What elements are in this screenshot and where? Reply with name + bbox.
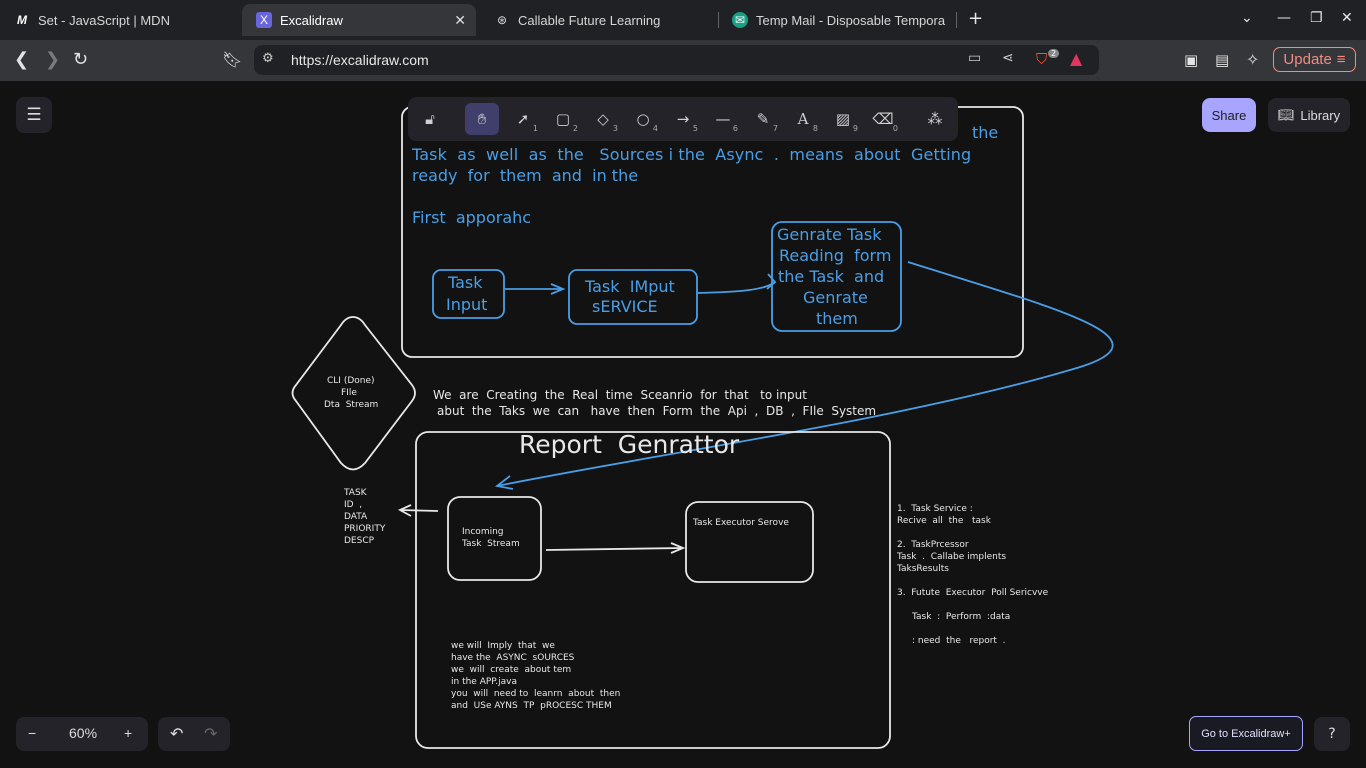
hand-icon: ✋︎ xyxy=(477,110,487,128)
side-note-line[interactable]: Recive all the task xyxy=(897,516,991,526)
side-note-line[interactable]: TaksResults xyxy=(897,564,949,574)
shapes-icon: ⁂ xyxy=(927,110,943,128)
diamond-line-3: Dta Stream xyxy=(324,400,379,410)
task-field-id: ID , xyxy=(344,500,363,510)
pencil-icon: ✎ xyxy=(756,110,770,128)
task-service-line-1: Task IMput xyxy=(585,277,675,296)
library-label: Library xyxy=(1300,107,1341,123)
image-tool-button[interactable]: ▨ 9 xyxy=(826,103,860,135)
side-note-line[interactable]: 3. Futute Executor Poll Sericvve xyxy=(897,588,1048,598)
help-button[interactable]: ? xyxy=(1314,717,1350,751)
arrow-to-task-fields[interactable] xyxy=(399,509,439,512)
report-title[interactable]: Report Genrattor xyxy=(519,430,739,459)
main-menu-button[interactable]: ☰ xyxy=(16,97,52,133)
history-controls: ↶ ↷ xyxy=(158,717,230,751)
task-field-task: TASK xyxy=(344,488,367,498)
top-text-line-2[interactable]: ready for them and in the xyxy=(412,166,638,185)
diamond-icon: ◇ xyxy=(597,110,609,128)
notes-line[interactable]: and USe AYNS TP pROCESC THEM xyxy=(451,701,612,711)
realtime-line-1[interactable]: We are Creating the Real time Sceanrio f… xyxy=(433,388,807,402)
top-text-line-1[interactable]: Task as well as the Sources i the Async … xyxy=(412,145,971,164)
hamburger-icon: ☰ xyxy=(26,105,42,125)
text-icon: A xyxy=(797,110,809,128)
diamond-line-2: FIle xyxy=(341,388,357,398)
eraser-tool-button[interactable]: ⌫ 0 xyxy=(866,103,900,135)
notes-line[interactable]: you will need to leanrn about then xyxy=(451,689,620,699)
notes-line[interactable]: in the APP.java xyxy=(451,677,517,687)
line-icon: — xyxy=(715,110,731,128)
realtime-line-2[interactable]: abut the Taks we can have then Form the … xyxy=(437,404,876,418)
arrowhead xyxy=(766,273,777,290)
hand-tool-button[interactable]: ✋︎ xyxy=(465,103,499,135)
task-input-line-1: Task xyxy=(448,273,483,292)
task-field-data: DATA xyxy=(344,512,368,522)
task-service-line-2: sERVICE xyxy=(592,297,658,316)
lock-tool-button[interactable]: 🔓︎ xyxy=(413,103,447,135)
notes-line[interactable]: have the ASYNC sOURCES xyxy=(451,653,574,663)
text-tool-button[interactable]: A8 xyxy=(786,103,820,135)
side-note-line[interactable]: Task : Perform :data xyxy=(912,612,1010,622)
pointer-icon: ➚ xyxy=(516,110,530,128)
task-executor-box[interactable] xyxy=(685,501,814,583)
notes-line[interactable]: we will create about tem xyxy=(451,665,571,675)
incoming-line-2: Task Stream xyxy=(462,539,520,549)
task-input-line-2: Input xyxy=(446,295,488,314)
image-icon: ▨ xyxy=(835,110,851,128)
lock-icon: 🔓︎ xyxy=(425,110,435,128)
rectangle-tool-button[interactable]: ▢ 2 xyxy=(546,103,580,135)
library-button[interactable]: 📖︎ Library xyxy=(1268,98,1350,132)
notes-line[interactable]: we will Imply that we xyxy=(451,641,555,651)
diamond-tool-button[interactable]: ◇ 3 xyxy=(586,103,620,135)
arrow-service-to-genrate[interactable] xyxy=(696,281,776,294)
task-field-priority: PRIORITY xyxy=(344,524,386,534)
side-note-line[interactable]: 2. TaskPrcessor xyxy=(897,540,969,550)
zoom-controls: − 60% + xyxy=(16,717,148,751)
ellipse-icon: ○ xyxy=(636,110,650,128)
redo-icon[interactable]: ↷ xyxy=(204,724,217,743)
task-field-descp: DESCP xyxy=(344,536,375,546)
excalidraw-plus-button[interactable]: Go to Excalidraw+ xyxy=(1189,716,1303,751)
arrow-icon: → xyxy=(676,110,690,128)
tool-palette: 🔓︎ ✋︎ ➚ 1 ▢ 2 ◇ 3 ○ 4 → 5 —6 ✎ 7 A8 ▨ 9 ⌫ 0 ⁂ xyxy=(408,97,958,141)
line-tool-button[interactable]: —6 xyxy=(706,103,740,135)
rectangle-icon: ▢ xyxy=(555,110,571,128)
eraser-icon: ⌫ xyxy=(872,110,894,128)
arrow-incoming-to-executor[interactable] xyxy=(545,547,684,551)
arrow-tool-button[interactable]: → 5 xyxy=(666,103,700,135)
diamond-line-1: CLI (Done) xyxy=(327,376,375,386)
top-text-partial[interactable]: the xyxy=(972,123,998,142)
side-note-line[interactable]: : need the report . xyxy=(912,636,1006,646)
genrate-line-2: Reading form xyxy=(779,246,892,265)
zoom-level-button[interactable]: 60% xyxy=(69,725,97,741)
genrate-line-3: the Task and xyxy=(778,267,885,286)
extra-tools-button[interactable]: ⁂ xyxy=(918,103,952,135)
selection-tool-button[interactable]: ➚ 1 xyxy=(506,103,540,135)
ellipse-tool-button[interactable]: ○ 4 xyxy=(626,103,660,135)
zoom-in-button[interactable]: + xyxy=(124,725,132,741)
share-button[interactable]: Share xyxy=(1202,98,1256,132)
incoming-line-1: Incoming xyxy=(462,527,504,537)
draw-tool-button[interactable]: ✎ 7 xyxy=(746,103,780,135)
executor-label: Task Executor Serove xyxy=(693,518,789,528)
first-approach-text[interactable]: First apporahc xyxy=(412,208,531,227)
help-icon: ? xyxy=(1328,726,1336,742)
side-note-line[interactable]: 1. Task Service : xyxy=(897,504,973,514)
book-icon: 📖︎ xyxy=(1277,107,1295,122)
side-note-line[interactable]: Task . Callabe implents xyxy=(897,552,1006,562)
genrate-line-5: them xyxy=(816,309,858,328)
undo-icon[interactable]: ↶ xyxy=(170,724,183,743)
genrate-line-4: Genrate xyxy=(803,288,868,307)
zoom-out-button[interactable]: − xyxy=(28,725,36,741)
genrate-line-1: Genrate Task xyxy=(777,225,882,244)
